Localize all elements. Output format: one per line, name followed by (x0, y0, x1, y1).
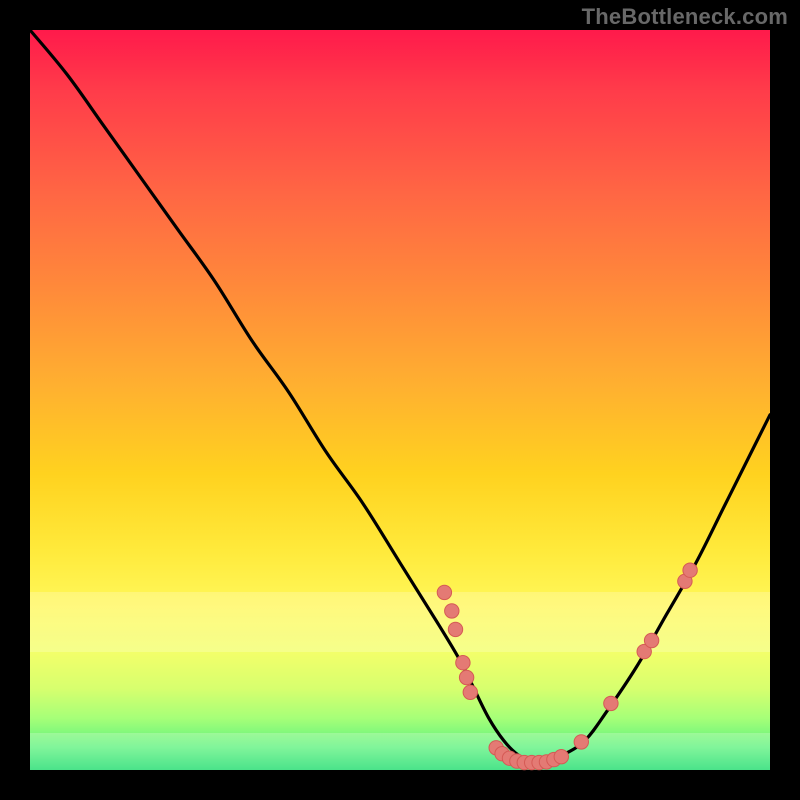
data-marker (644, 633, 658, 647)
bottleneck-curve (30, 30, 770, 764)
plot-area (30, 30, 770, 770)
data-marker (437, 585, 451, 599)
data-marker (604, 696, 618, 710)
data-marker (456, 656, 470, 670)
data-marker (448, 622, 462, 636)
data-markers (437, 563, 697, 770)
bottleneck-chart (30, 30, 770, 770)
data-marker (683, 563, 697, 577)
data-marker (554, 750, 568, 764)
data-marker (574, 735, 588, 749)
chart-frame: TheBottleneck.com (0, 0, 800, 800)
data-marker (459, 670, 473, 684)
data-marker (445, 604, 459, 618)
attribution-text: TheBottleneck.com (582, 4, 788, 30)
data-marker (463, 685, 477, 699)
